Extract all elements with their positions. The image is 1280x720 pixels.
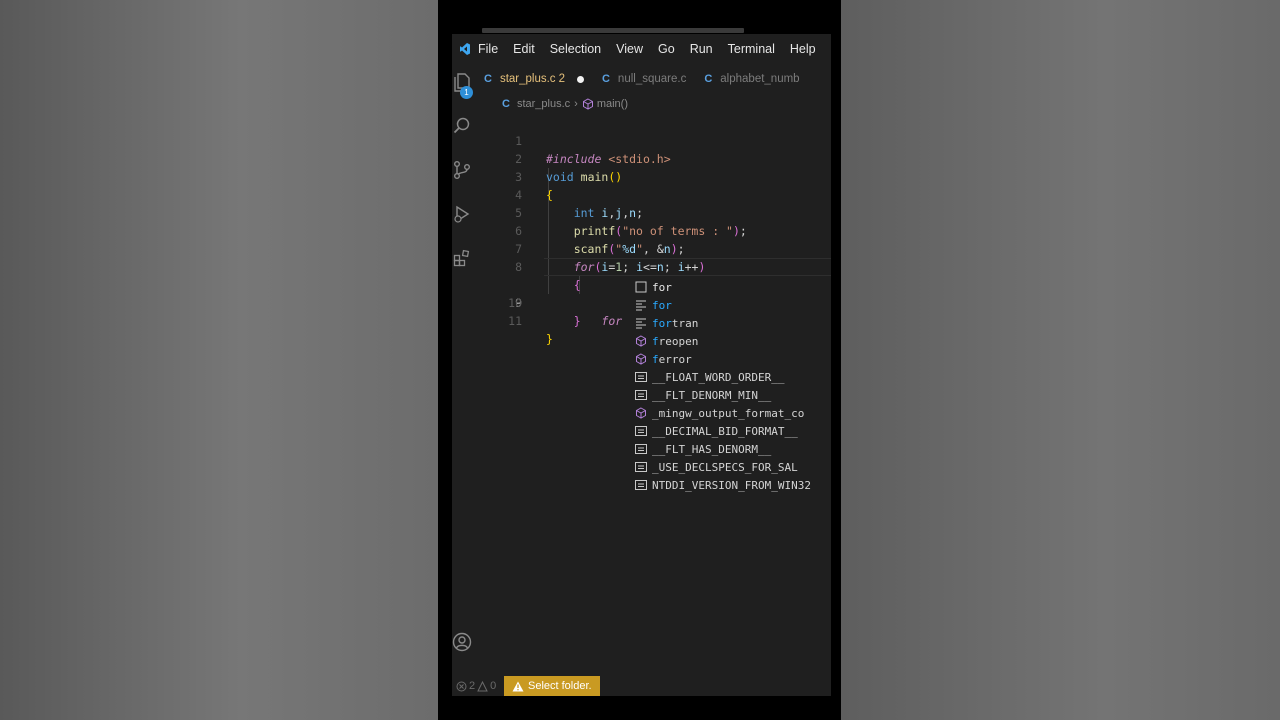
suggestion-item[interactable]: __FLT_DENORM_MIN__ — [632, 386, 831, 404]
code-line: 7 for(i=1; i<=n; i++) — [515, 242, 706, 274]
suggestion-item[interactable]: _USE_DECLSPECS_FOR_SAL — [632, 458, 831, 476]
code-line: 4 int i,j,n; — [515, 188, 644, 220]
method-cube-icon — [634, 407, 647, 419]
c-file-icon: C — [502, 98, 510, 110]
chevron-right-icon: › — [574, 98, 578, 110]
modified-dot-icon[interactable] — [576, 75, 584, 83]
c-file-icon: C — [484, 73, 492, 85]
menu-go[interactable]: Go — [658, 42, 675, 56]
suggestion-item[interactable]: NTDDI_VERSION_FROM_WIN32 — [632, 476, 831, 494]
explorer-badge: 1 — [460, 86, 473, 99]
select-folder-button[interactable]: Select folder. — [504, 676, 600, 696]
code-line: 6 scanf("%d", &n); — [515, 224, 685, 256]
snippet-lines-icon — [634, 299, 647, 311]
background-right — [841, 0, 1280, 720]
menu-bar: File Edit Selection View Go Run Terminal… — [452, 34, 831, 64]
warning-icon — [512, 681, 524, 691]
tab-alphabet-numb[interactable]: C alphabet_numb — [704, 73, 799, 85]
c-file-icon: C — [704, 73, 713, 85]
menu-edit[interactable]: Edit — [513, 42, 535, 56]
constant-icon — [634, 443, 647, 455]
suggest-widget: for for fortran freopen ferror __FLOAT_W… — [632, 278, 831, 496]
menu-help[interactable]: Help — [790, 42, 816, 56]
vscode-logo-icon — [452, 34, 478, 64]
breadcrumb-file[interactable]: star_plus.c — [517, 98, 570, 110]
menu-selection[interactable]: Selection — [550, 42, 601, 56]
suggestion-item[interactable]: fortran — [632, 314, 831, 332]
tab-star-plus[interactable]: C star_plus.c 2 — [484, 73, 584, 85]
constant-icon — [634, 425, 647, 437]
constant-icon — [634, 479, 647, 491]
snippet-box-icon — [634, 281, 647, 293]
editor-tabs: C star_plus.c 2 C null_square.c C alphab… — [484, 64, 831, 94]
code-line: 8 { — [515, 260, 581, 292]
suggestion-item[interactable]: __FLOAT_WORD_ORDER__ — [632, 368, 831, 386]
tab-label: alphabet_numb — [720, 73, 800, 85]
constant-icon — [634, 461, 647, 473]
code-line: 3 { — [515, 170, 553, 202]
method-cube-icon — [634, 335, 647, 347]
code-line-current: 9 for — [452, 258, 831, 328]
suggestion-item[interactable]: ferror — [632, 350, 831, 368]
tab-label: null_square.c — [617, 73, 687, 85]
suggestion-item[interactable]: __DECIMAL_BID_FORMAT__ — [632, 422, 831, 440]
suggestion-item[interactable]: for — [632, 278, 831, 296]
menu-run[interactable]: Run — [690, 42, 713, 56]
status-bar: 2 0 Select folder. — [452, 676, 831, 696]
code-line: 2 void main() — [515, 152, 623, 184]
constant-icon — [634, 389, 647, 401]
suggestion-item[interactable]: for — [632, 296, 831, 314]
menu-file[interactable]: File — [478, 42, 498, 56]
constant-icon — [634, 371, 647, 383]
title-strip — [482, 28, 744, 33]
error-icon — [456, 681, 467, 691]
account-icon[interactable] — [452, 630, 472, 654]
menu-terminal[interactable]: Terminal — [728, 42, 775, 56]
suggestion-item[interactable]: __FLT_HAS_DENORM__ — [632, 440, 831, 458]
vscode-window: File Edit Selection View Go Run Terminal… — [452, 34, 831, 696]
tab-null-square[interactable]: C null_square.c — [602, 73, 686, 85]
warning-icon — [477, 680, 488, 691]
suggestion-item[interactable]: _mingw_output_format_co — [632, 404, 831, 422]
menu-view[interactable]: View — [616, 42, 643, 56]
problems-indicator[interactable]: 2 0 — [452, 680, 504, 692]
current-line-highlight — [544, 258, 831, 276]
suggestion-item[interactable]: freopen — [632, 332, 831, 350]
breadcrumb: C star_plus.c › main() — [502, 96, 628, 112]
method-cube-icon — [634, 353, 647, 365]
tab-label: star_plus.c — [499, 73, 556, 85]
code-line: 1 #include <stdio.h> — [515, 134, 671, 166]
method-cube-icon — [582, 98, 593, 110]
code-line: 5 printf("no of terms : "); — [515, 206, 747, 238]
background-left — [0, 0, 438, 720]
snippet-lines-icon — [634, 317, 647, 329]
c-file-icon: C — [601, 73, 610, 85]
explorer-icon[interactable]: 1 — [452, 70, 473, 99]
tab-problem-count: 2 — [558, 73, 565, 85]
breadcrumb-symbol[interactable]: main() — [597, 98, 628, 110]
video-frame: File Edit Selection View Go Run Terminal… — [438, 0, 841, 720]
